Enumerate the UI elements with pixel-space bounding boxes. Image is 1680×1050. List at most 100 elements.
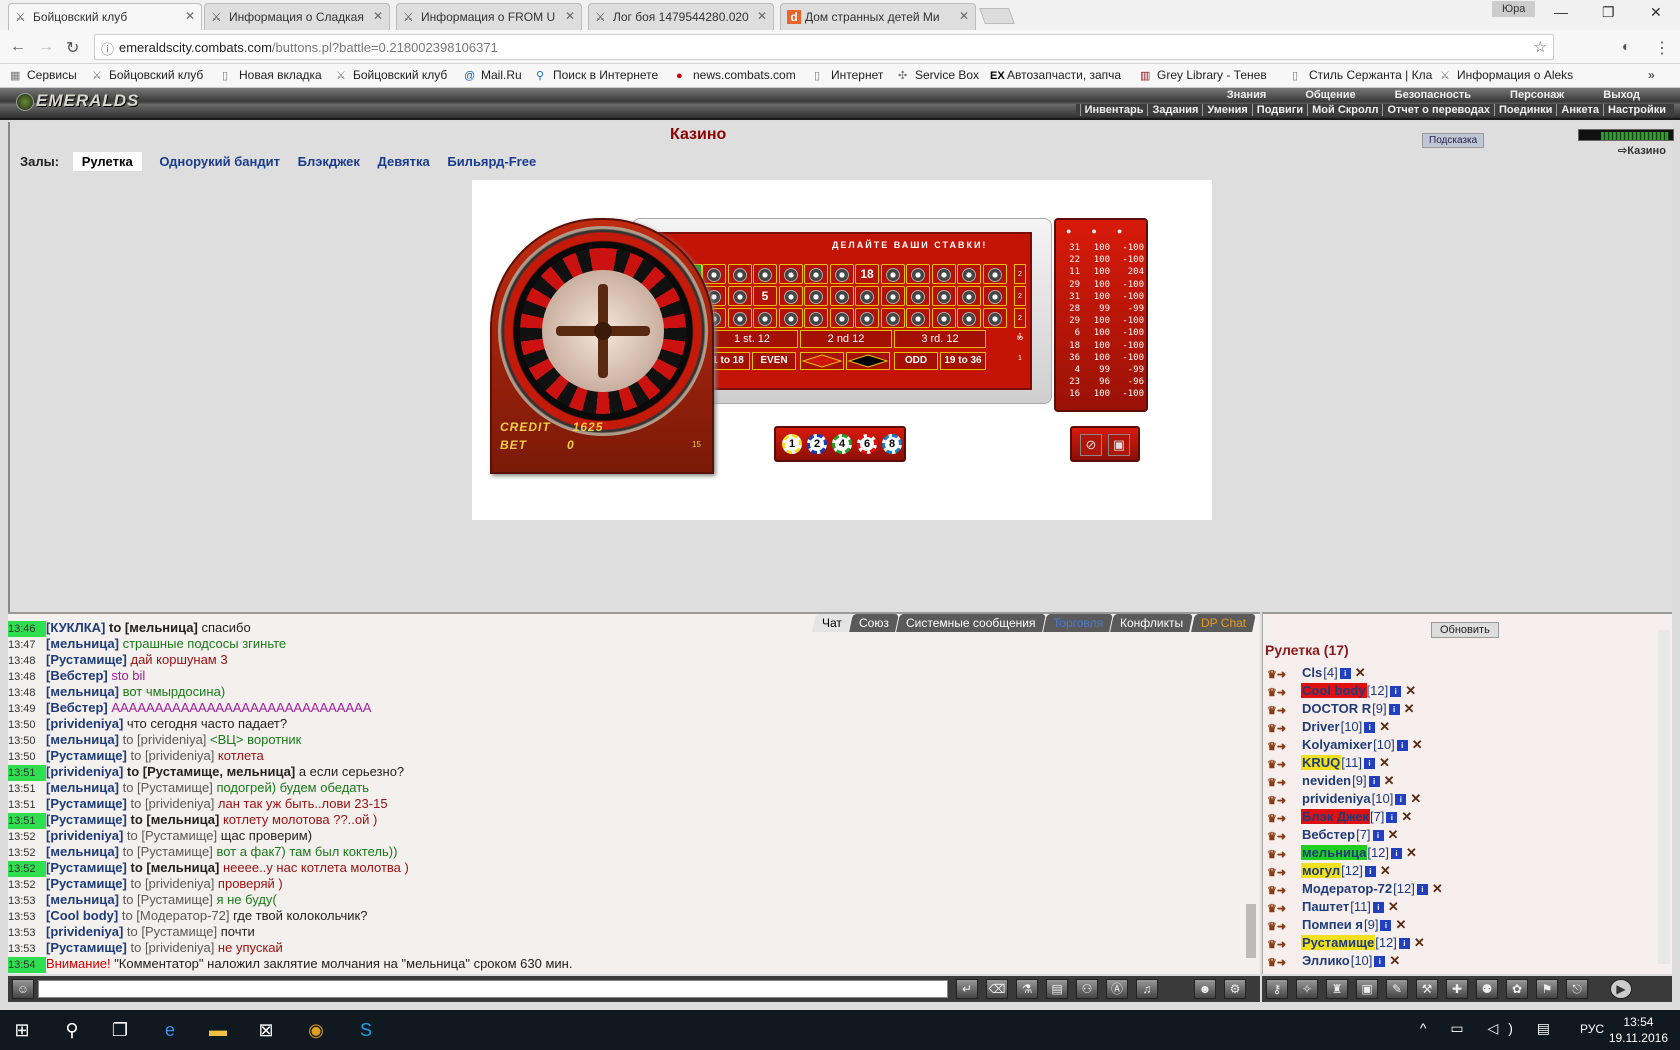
chat-recipient[interactable]: to [Рустамище] xyxy=(127,924,221,939)
chat-recipient[interactable]: to [Рустамище, мельница] xyxy=(127,764,299,779)
chip-1-button[interactable]: 1 xyxy=(782,434,802,454)
bookmark-item[interactable]: @ Mail.Ru xyxy=(464,68,522,82)
submenu-duels[interactable]: Поединки xyxy=(1493,104,1557,116)
number-cell[interactable] xyxy=(906,264,930,284)
number-cell[interactable] xyxy=(778,308,803,328)
close-icon[interactable]: ✕ xyxy=(1401,809,1412,824)
filter-icon[interactable]: ⚗ xyxy=(1016,979,1038,999)
number-cell[interactable] xyxy=(931,264,956,284)
info-icon[interactable]: i xyxy=(1364,758,1375,770)
chat-nick[interactable]: [Рустамище] xyxy=(46,812,130,827)
menu-exit[interactable]: Выход xyxy=(1603,89,1640,101)
close-icon[interactable]: ✕ xyxy=(1414,935,1425,950)
edge-icon[interactable]: e xyxy=(158,1018,182,1042)
number-cell[interactable] xyxy=(880,286,905,306)
tab-nine[interactable]: Девятка xyxy=(378,154,430,169)
location-link[interactable]: ⇨Казино xyxy=(1618,144,1666,157)
chat-recipient[interactable]: to [privideniya] xyxy=(130,876,217,891)
number-cell[interactable] xyxy=(982,286,1007,306)
browser-tab-2[interactable]: ⚔ Информация о Сладкая ✕ xyxy=(204,3,390,30)
close-icon[interactable]: ✕ xyxy=(1406,845,1417,860)
chat-nick[interactable]: [мельница] xyxy=(46,844,123,859)
browser-tab-4[interactable]: ⚔ Лог боя 1479544280.020 ✕ xyxy=(588,3,774,30)
chat-recipient[interactable]: to [Рустамище] xyxy=(123,892,217,907)
minimize-icon[interactable]: — xyxy=(1554,4,1568,20)
bookmark-item[interactable]: ⚔ Бойцовский клуб xyxy=(92,68,203,82)
user-name[interactable]: neviden xyxy=(1301,773,1352,788)
info-icon[interactable]: i xyxy=(1390,686,1402,698)
scroll-icon[interactable]: ✎ xyxy=(1386,979,1408,999)
clear-icon[interactable]: ⌫ xyxy=(986,979,1008,999)
tab-billiard[interactable]: Бильярд-Free xyxy=(447,154,536,169)
reload-icon[interactable]: ↻ xyxy=(66,38,79,58)
bookmark-item[interactable]: ● news.combats.com xyxy=(676,68,796,82)
column-bet-2[interactable]: 2 to 1 xyxy=(1014,286,1026,340)
bookmark-item[interactable]: ▯ Стиль Сержанта | Кла xyxy=(1292,68,1432,82)
number-cell[interactable] xyxy=(727,286,752,306)
play-icon[interactable]: ▶ xyxy=(1610,979,1632,999)
star-icon[interactable]: ☆ xyxy=(1534,38,1547,56)
skype-icon[interactable]: S xyxy=(354,1018,378,1042)
save-icon[interactable]: ▤ xyxy=(1046,979,1068,999)
close-icon[interactable]: ✕ xyxy=(373,9,383,23)
chat-nick[interactable]: [privideniya] xyxy=(46,716,127,731)
sound-icon[interactable]: ♫ xyxy=(1136,979,1158,999)
close-icon[interactable]: ✕ xyxy=(1404,701,1415,716)
info-icon[interactable]: i xyxy=(1364,722,1376,734)
chat-input[interactable] xyxy=(38,980,948,998)
user-name[interactable]: мельница xyxy=(1301,845,1368,860)
user-name[interactable]: Помпеи я xyxy=(1301,917,1364,932)
chat-recipient[interactable]: to [Рустамище] xyxy=(123,780,217,795)
chat-nick[interactable]: [мельница] xyxy=(46,780,123,795)
chat-recipient[interactable]: to [privideniya] xyxy=(123,732,210,747)
submenu-scroll[interactable]: Мой Скролл xyxy=(1307,104,1383,116)
submenu-settings[interactable]: Настройки xyxy=(1602,104,1670,116)
tab-dp-chat[interactable]: DP Chat xyxy=(1190,614,1256,632)
number-cell[interactable] xyxy=(753,264,777,284)
info-icon[interactable]: i xyxy=(1372,902,1384,914)
tab-union[interactable]: Союз xyxy=(848,614,899,632)
chat-nick[interactable]: [Рустамище] xyxy=(46,796,130,811)
menu-character[interactable]: Персонаж xyxy=(1510,89,1564,101)
close-icon[interactable]: ✕ xyxy=(1412,737,1423,752)
search-icon[interactable]: ⚲ xyxy=(60,1018,84,1042)
dozen-3[interactable]: 3 rd. 12 xyxy=(894,330,986,348)
clear-bets-icon[interactable]: ⊘ xyxy=(1080,434,1102,456)
tab-chat[interactable]: Чат xyxy=(811,614,852,632)
menu-communication[interactable]: Общение xyxy=(1305,89,1355,101)
chat-recipient[interactable]: to [мельница] xyxy=(130,860,222,875)
user-name[interactable]: Cool body xyxy=(1301,683,1367,698)
close-icon[interactable]: ✕ xyxy=(1388,827,1399,842)
folder-icon[interactable]: ▬ xyxy=(206,1018,230,1042)
close-icon[interactable]: ✕ xyxy=(959,9,969,23)
number-cell[interactable] xyxy=(778,286,803,306)
chat-nick[interactable]: [Рустамище] xyxy=(46,860,130,875)
tab-one-armed-bandit[interactable]: Однорукий бандит xyxy=(159,154,280,169)
forward-arrow-icon[interactable]: → xyxy=(38,38,54,56)
number-cell[interactable] xyxy=(855,308,879,328)
user-name[interactable]: Блэк Джек xyxy=(1301,809,1370,824)
chat-recipient[interactable]: to [мельница] xyxy=(130,812,222,827)
chest-icon[interactable]: ▣ xyxy=(1356,979,1378,999)
number-cell[interactable] xyxy=(982,308,1007,328)
profile-button[interactable]: Юра xyxy=(1492,1,1536,17)
bookmark-item[interactable]: ▯ Интернет xyxy=(814,68,883,82)
chat-recipient[interactable]: to [privideniya] xyxy=(130,940,217,955)
menu-knowledge[interactable]: Знания xyxy=(1227,89,1266,101)
number-cell[interactable] xyxy=(727,264,752,284)
user-name[interactable]: DOCTOR R xyxy=(1301,701,1372,716)
bookmark-item[interactable]: ▥ Grey Library - Тенев xyxy=(1140,68,1267,82)
number-cell[interactable] xyxy=(702,264,726,284)
info-icon[interactable]: i xyxy=(1398,938,1410,950)
emoticon-icon[interactable]: ☻ xyxy=(1194,979,1216,999)
clock[interactable]: 13:54 19.11.2016 xyxy=(1609,1014,1668,1046)
user-name[interactable]: privideniya xyxy=(1301,791,1372,806)
chat-nick[interactable]: [КУКЛКА] xyxy=(46,620,109,635)
close-icon[interactable]: ✕ xyxy=(1395,917,1406,932)
column-bet-3[interactable]: 2 to 1 xyxy=(1014,308,1026,362)
group-icon[interactable]: ⚉ xyxy=(1476,979,1498,999)
number-cell[interactable] xyxy=(829,264,854,284)
chat-nick[interactable]: [мельница] xyxy=(46,636,123,651)
number-cell[interactable] xyxy=(982,264,1007,284)
info-icon[interactable]: i xyxy=(1388,704,1400,716)
